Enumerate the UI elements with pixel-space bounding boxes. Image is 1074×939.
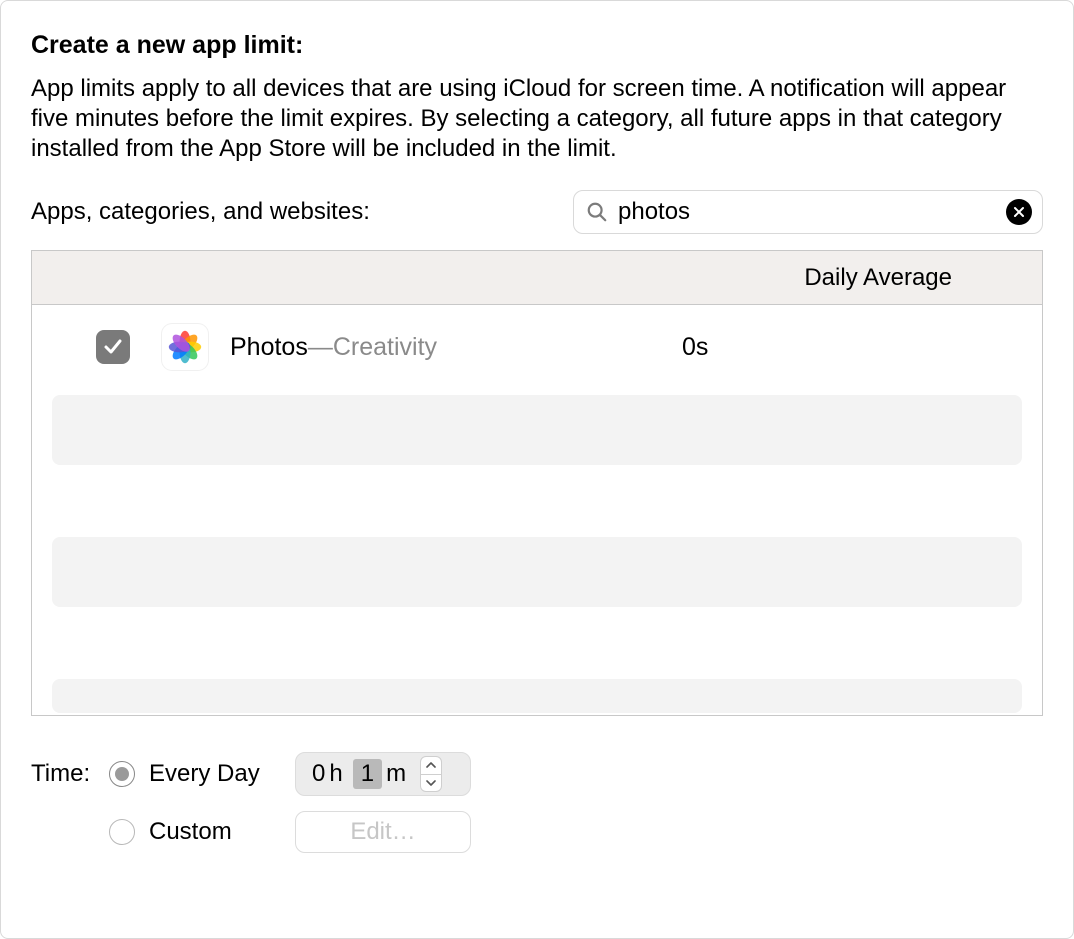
hours-value[interactable]: 0 bbox=[312, 760, 325, 788]
table-row[interactable]: Photos — Creativity 0s bbox=[52, 319, 1022, 375]
time-row-custom: Custom Edit… bbox=[31, 808, 1043, 856]
radio-every-day-label: Every Day bbox=[149, 760, 289, 788]
app-limit-panel: Create a new app limit: App limits apply… bbox=[0, 0, 1074, 939]
row-checkbox[interactable] bbox=[96, 330, 130, 364]
edit-button-label: Edit… bbox=[350, 818, 415, 846]
hours-unit: h bbox=[329, 760, 342, 788]
edit-custom-button[interactable]: Edit… bbox=[295, 811, 471, 853]
search-row: Apps, categories, and websites: bbox=[31, 190, 1043, 234]
duration-stepper-buttons bbox=[420, 756, 442, 792]
apps-section-label: Apps, categories, and websites: bbox=[31, 198, 370, 226]
time-row-everyday: Time: Every Day 0 h 1 m bbox=[31, 750, 1043, 798]
radio-custom[interactable] bbox=[109, 819, 135, 845]
time-section: Time: Every Day 0 h 1 m bbox=[31, 750, 1043, 856]
search-icon bbox=[586, 201, 608, 223]
minutes-unit: m bbox=[386, 760, 406, 788]
app-daily-average: 0s bbox=[682, 333, 1022, 362]
app-name: Photos bbox=[230, 333, 308, 362]
time-label: Time: bbox=[31, 760, 109, 788]
placeholder-row bbox=[52, 395, 1022, 465]
results-table: Daily Average bbox=[31, 250, 1043, 716]
chevron-up-icon bbox=[426, 760, 436, 770]
column-daily-average: Daily Average bbox=[804, 264, 1042, 292]
photos-app-icon bbox=[162, 324, 208, 370]
checkmark-icon bbox=[103, 337, 123, 357]
minutes-value[interactable]: 1 bbox=[353, 759, 382, 789]
radio-every-day[interactable] bbox=[109, 761, 135, 787]
table-header: Daily Average bbox=[32, 251, 1042, 305]
panel-title: Create a new app limit: bbox=[31, 31, 1043, 60]
app-category: Creativity bbox=[333, 333, 437, 362]
app-separator: — bbox=[308, 333, 333, 362]
placeholder-row bbox=[52, 537, 1022, 607]
table-body: Photos — Creativity 0s bbox=[32, 305, 1042, 713]
search-input[interactable] bbox=[608, 198, 1006, 226]
photos-flower-icon bbox=[167, 329, 203, 365]
placeholder-row bbox=[52, 679, 1022, 713]
duration-stepper[interactable]: 0 h 1 m bbox=[295, 752, 471, 796]
search-field[interactable] bbox=[573, 190, 1043, 234]
stepper-down-button[interactable] bbox=[421, 775, 441, 792]
radio-custom-label: Custom bbox=[149, 818, 289, 846]
close-icon bbox=[1013, 206, 1025, 218]
clear-search-button[interactable] bbox=[1006, 199, 1032, 225]
chevron-down-icon bbox=[426, 778, 436, 788]
panel-description: App limits apply to all devices that are… bbox=[31, 74, 1043, 164]
stepper-up-button[interactable] bbox=[421, 757, 441, 775]
